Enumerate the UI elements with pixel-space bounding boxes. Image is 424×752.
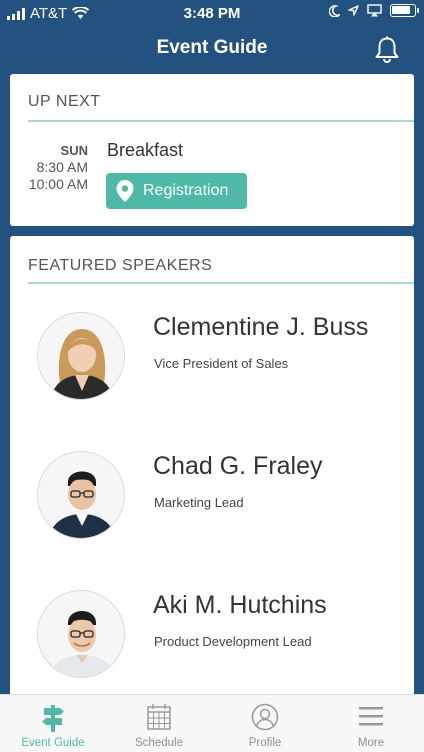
event-time: SUN 8:30 AM 10:00 AM (20, 142, 88, 193)
speaker-avatar (37, 590, 125, 678)
page-title: Event Guide (156, 37, 268, 58)
tab-profile[interactable]: Profile (212, 695, 318, 752)
tab-label: Schedule (135, 737, 183, 749)
tab-event-guide[interactable]: Event Guide (0, 695, 106, 752)
location-arrow-icon (348, 5, 359, 16)
signpost-icon (42, 705, 64, 732)
calendar-icon (147, 704, 171, 730)
event-day: SUN (60, 143, 88, 158)
tab-more[interactable]: More (318, 695, 424, 752)
up-next-heading: UP NEXT (28, 93, 101, 110)
speaker-role: Marketing Lead (154, 495, 244, 510)
bell-icon[interactable] (372, 35, 402, 65)
speaker-name: Clementine J. Buss (153, 313, 369, 341)
menu-icon (359, 707, 383, 726)
speaker-item[interactable]: Chad G. Fraley Marketing Lead (10, 451, 414, 561)
event-title[interactable]: Breakfast (107, 140, 183, 161)
featured-speakers-heading: FEATURED SPEAKERS (28, 257, 213, 274)
event-start-time: 8:30 AM (36, 159, 88, 175)
up-next-card: UP NEXT SUN 8:30 AM 10:00 AM Breakfast R… (10, 74, 414, 226)
event-end-time: 10:00 AM (28, 176, 88, 192)
speaker-name: Aki M. Hutchins (153, 591, 327, 619)
tab-bar: Event Guide Schedule Profile More (0, 694, 424, 752)
moon-icon (329, 4, 340, 17)
section-divider (28, 120, 414, 122)
speaker-role: Vice President of Sales (154, 356, 289, 371)
section-divider (28, 282, 414, 284)
location-label: Registration (143, 182, 229, 199)
speaker-item[interactable]: Clementine J. Buss Vice President of Sal… (10, 312, 414, 422)
tab-label: Event Guide (21, 737, 85, 749)
speaker-avatar (37, 451, 125, 539)
speaker-avatar (37, 312, 125, 400)
battery-icon (390, 4, 419, 17)
speaker-name: Chad G. Fraley (153, 452, 323, 480)
map-pin-icon (116, 180, 134, 202)
airplay-icon (367, 4, 382, 17)
location-button[interactable]: Registration (106, 173, 247, 209)
nav-bar: Event Guide (0, 28, 424, 72)
speaker-item[interactable]: Aki M. Hutchins Product Development Lead (10, 590, 414, 700)
status-bar: AT&T 3:48 PM (0, 0, 424, 28)
tab-schedule[interactable]: Schedule (106, 695, 212, 752)
tab-label: Profile (248, 737, 282, 749)
profile-icon (251, 703, 279, 731)
tab-label: More (357, 737, 385, 749)
speaker-role: Product Development Lead (154, 634, 312, 649)
featured-speakers-card: FEATURED SPEAKERS Clementine J. Buss Vic… (10, 236, 414, 706)
